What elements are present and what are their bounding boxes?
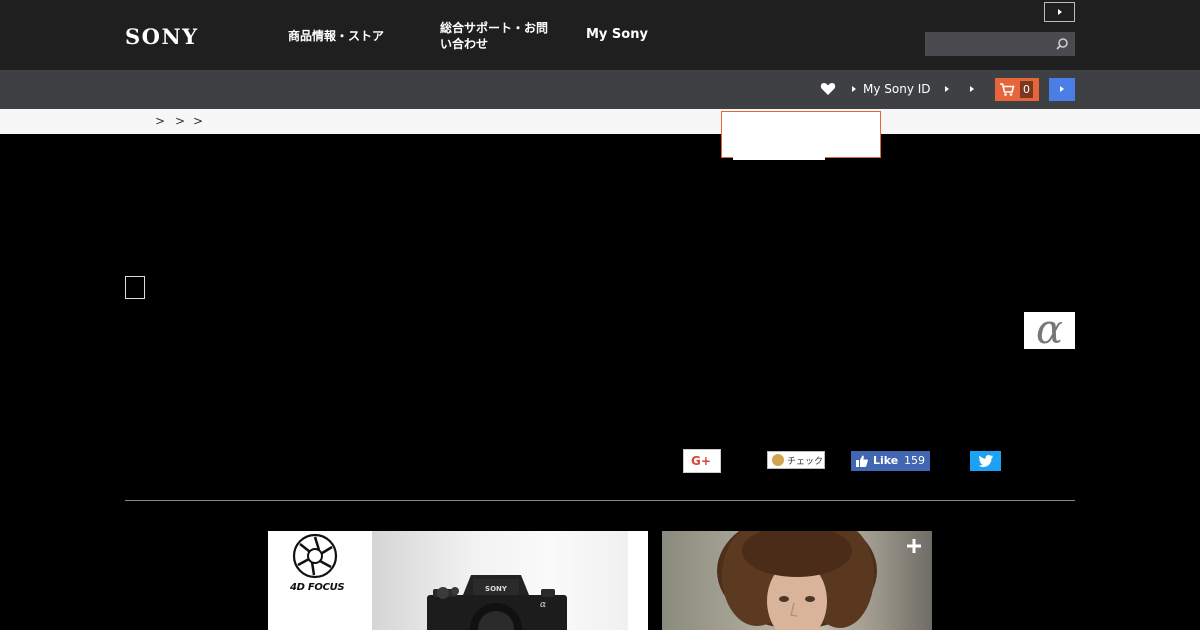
breadcrumb-separator: > (155, 114, 166, 128)
cart-count-badge: 0 (1020, 81, 1033, 98)
feature-label-4d-focus: 4D FOCUS (290, 582, 345, 593)
mixi-check-label: チェック (787, 457, 824, 467)
mixi-check-button[interactable]: チェック (767, 451, 825, 469)
google-plus-label: G+ (691, 454, 711, 468)
play-arrow-icon (945, 86, 949, 92)
camera-image: SONY α (427, 575, 567, 630)
search-input[interactable] (925, 32, 1049, 56)
feature-card-4d-focus[interactable]: 4D FOCUS SONY α (268, 531, 648, 630)
mixi-icon (772, 454, 784, 466)
search-box (925, 32, 1075, 56)
top-navigation: SONY 商品情報・ストア 総合サポート・お問い合わせ My Sony (0, 0, 1200, 70)
play-arrow-icon (852, 86, 856, 92)
twitter-tweet-button[interactable] (970, 451, 1001, 471)
facebook-like-button[interactable]: Like 159 (851, 451, 930, 471)
cart-icon (1000, 83, 1015, 96)
portrait-photo (717, 531, 877, 630)
utility-link-2[interactable] (945, 81, 956, 97)
nav-support-contact[interactable]: 総合サポート・お問い合わせ (440, 20, 550, 52)
my-sony-id-label: My Sony ID (863, 82, 931, 96)
thumbs-up-icon (856, 455, 868, 467)
play-arrow-icon (1060, 86, 1064, 92)
feature-card-portrait[interactable] (662, 531, 932, 630)
cart-button[interactable]: 0 (995, 78, 1039, 101)
login-button[interactable] (1049, 78, 1075, 101)
promo-banner-image (733, 114, 825, 160)
search-icon[interactable] (1055, 37, 1069, 51)
camera-brand-text: SONY (485, 585, 508, 593)
facebook-like-label: Like (873, 454, 899, 467)
region-toggle-button[interactable] (1044, 2, 1075, 22)
camera-alpha-mark: α (540, 600, 546, 610)
my-sony-id-link[interactable]: My Sony ID (852, 81, 931, 97)
play-arrow-icon (970, 86, 974, 92)
google-plus-button[interactable]: G+ (683, 449, 721, 473)
alpha-brand-logo: α (1024, 308, 1075, 352)
twitter-bird-icon (979, 455, 993, 467)
alpha-brand-mark: α (1035, 307, 1063, 353)
play-arrow-icon (1058, 9, 1062, 15)
plus-icon[interactable] (905, 537, 923, 555)
facebook-like-count: 159 (904, 454, 925, 467)
nav-products-store[interactable]: 商品情報・ストア (288, 28, 384, 44)
sony-logo[interactable]: SONY (125, 24, 199, 49)
breadcrumb-separator: > (175, 114, 186, 128)
utility-link-3[interactable] (970, 81, 981, 97)
nav-my-sony[interactable]: My Sony (586, 27, 648, 43)
aperture-icon (292, 533, 338, 579)
breadcrumb: > > > (0, 109, 1200, 134)
heart-icon[interactable] (820, 81, 836, 97)
hero-slide-indicator[interactable] (125, 276, 145, 299)
section-divider (125, 500, 1075, 501)
breadcrumb-separator: > (193, 114, 204, 128)
